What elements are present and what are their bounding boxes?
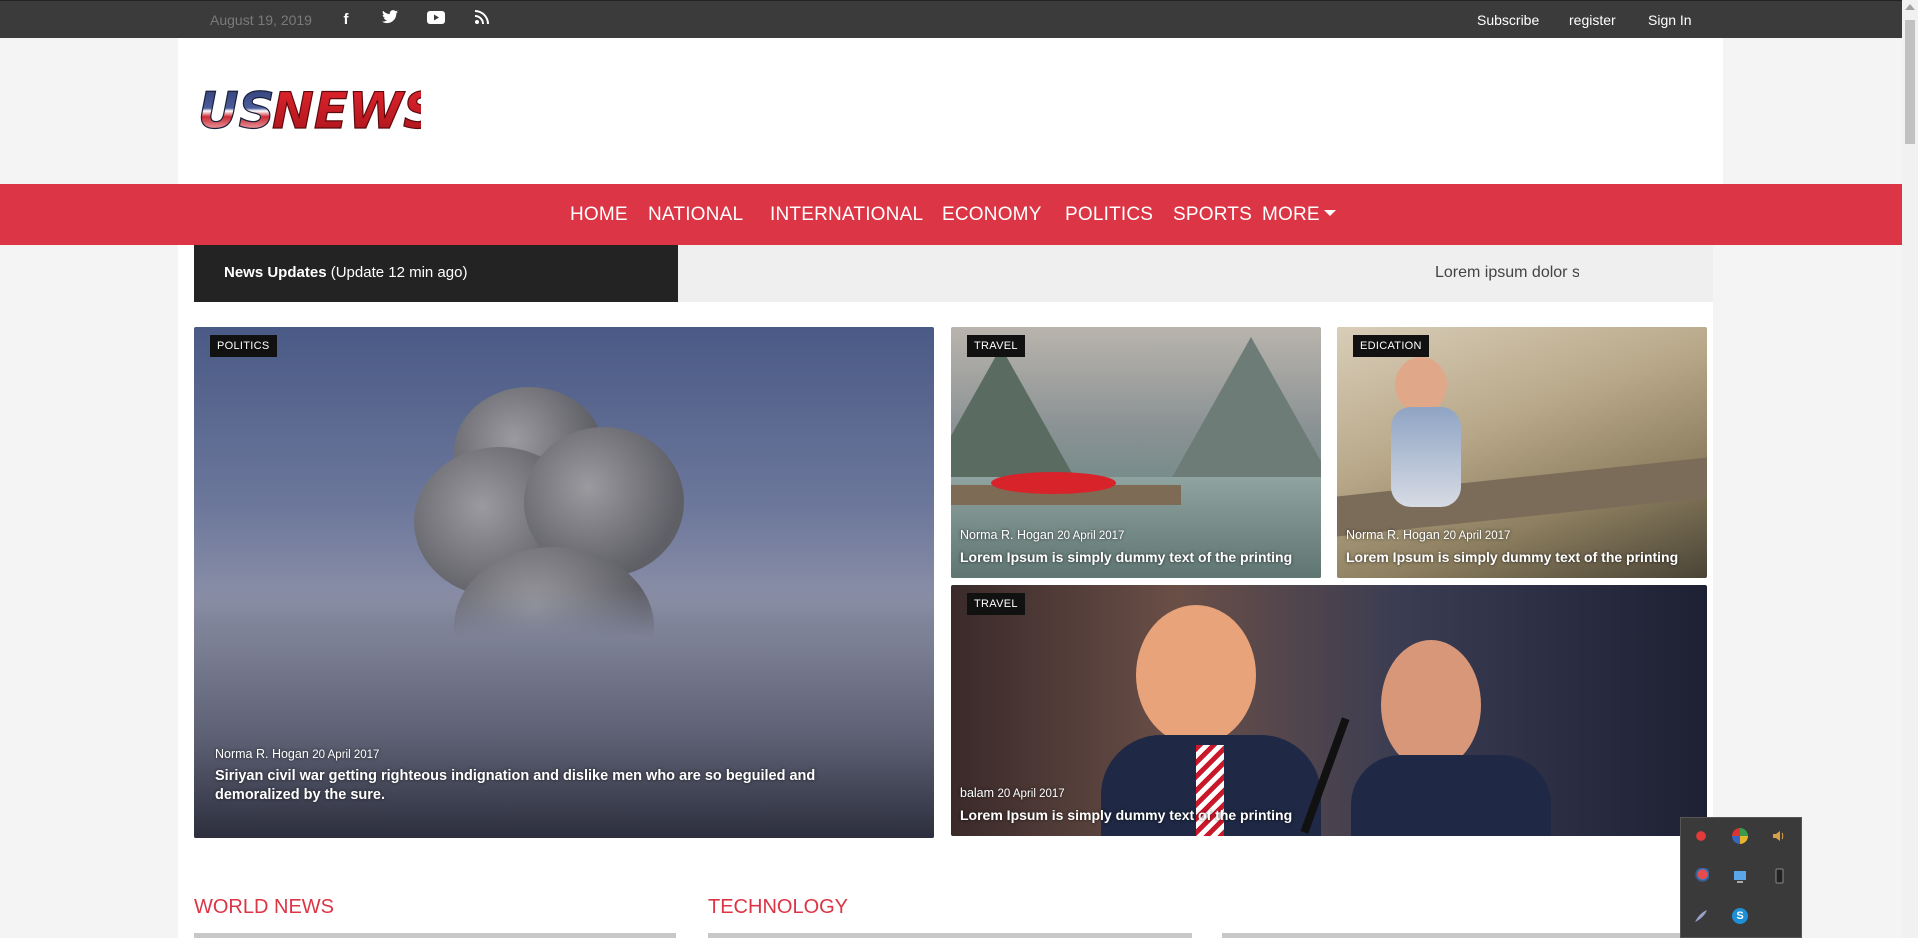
scroll-up-arrow-icon[interactable] bbox=[1905, 4, 1915, 10]
story-card-travel-wide[interactable]: TRAVEL balam 20 April 2017 Lorem Ipsum i… bbox=[951, 585, 1707, 836]
top-bar: August 19, 2019 f Subscribe register Sig… bbox=[0, 0, 1902, 38]
main-nav: HOME NATIONAL INTERNATIONAL ECONOMY POLI… bbox=[0, 184, 1902, 245]
nav-international[interactable]: INTERNATIONAL bbox=[770, 204, 923, 226]
section-heading-world-news[interactable]: WORLD NEWS bbox=[194, 896, 334, 919]
featured-story-card[interactable]: POLITICS Norma R. Hogan 20 April 2017 Si… bbox=[194, 327, 934, 838]
story-author: Norma R. Hogan bbox=[215, 747, 309, 761]
network-globe-icon[interactable] bbox=[1732, 828, 1748, 844]
antivirus-icon[interactable] bbox=[1693, 828, 1709, 844]
child-head-shape bbox=[1395, 357, 1447, 413]
story-card-education[interactable]: EDICATION Norma R. Hogan 20 April 2017 L… bbox=[1337, 327, 1707, 578]
category-badge[interactable]: TRAVEL bbox=[967, 335, 1025, 357]
system-tray-overflow: S bbox=[1680, 817, 1802, 938]
story-title[interactable]: Lorem Ipsum is simply dummy text of the … bbox=[1346, 548, 1701, 567]
facebook-icon[interactable]: f bbox=[336, 10, 356, 30]
current-date: August 19, 2019 bbox=[210, 12, 312, 28]
nav-more-label: MORE bbox=[1262, 204, 1320, 225]
nav-national[interactable]: NATIONAL bbox=[648, 204, 743, 226]
site-header: US NEWS bbox=[178, 38, 1723, 184]
section-image-strip bbox=[1222, 933, 1682, 938]
sign-in-link[interactable]: Sign In bbox=[1648, 12, 1692, 28]
news-ticker: Lorem ipsum dolor s bbox=[678, 245, 1713, 302]
logo-us-text: US bbox=[198, 82, 275, 140]
person-face-shape bbox=[1381, 640, 1481, 770]
mountain-shape bbox=[1161, 337, 1321, 497]
display-icon[interactable] bbox=[1732, 868, 1748, 884]
news-updates-label: News Updates (Update 12 min ago) bbox=[194, 245, 678, 302]
section-image-strip bbox=[194, 933, 676, 938]
phone-icon[interactable] bbox=[1771, 868, 1787, 884]
story-date: 20 April 2017 bbox=[312, 749, 380, 761]
category-badge[interactable]: POLITICS bbox=[210, 335, 277, 357]
story-meta: Norma R. Hogan 20 April 2017 bbox=[215, 747, 379, 761]
nav-home[interactable]: HOME bbox=[570, 204, 628, 226]
news-updates-time: (Update 12 min ago) bbox=[326, 264, 468, 281]
app-tray-icon[interactable] bbox=[1693, 868, 1709, 884]
story-title[interactable]: Lorem Ipsum is simply dummy text of the … bbox=[960, 548, 1315, 567]
story-author: Norma R. Hogan bbox=[960, 528, 1054, 542]
register-link[interactable]: register bbox=[1569, 12, 1616, 28]
story-date: 20 April 2017 bbox=[1443, 530, 1511, 542]
child-body-shape bbox=[1391, 407, 1461, 507]
story-title[interactable]: Lorem Ipsum is simply dummy text of the … bbox=[960, 806, 1460, 825]
story-meta: Norma R. Hogan 20 April 2017 bbox=[1346, 528, 1510, 542]
story-date: 20 April 2017 bbox=[997, 788, 1065, 800]
story-meta: Norma R. Hogan 20 April 2017 bbox=[960, 528, 1124, 542]
site-logo[interactable]: US NEWS bbox=[196, 80, 439, 140]
kayak-shape bbox=[991, 472, 1116, 494]
scrollbar-thumb[interactable] bbox=[1905, 20, 1915, 144]
caret-down-icon bbox=[1323, 210, 1336, 217]
news-updates-title: News Updates bbox=[224, 264, 327, 281]
nav-more-dropdown[interactable]: MORE bbox=[1262, 204, 1336, 226]
category-badge[interactable]: TRAVEL bbox=[967, 593, 1025, 615]
story-date: 20 April 2017 bbox=[1057, 530, 1125, 542]
speaker-icon[interactable] bbox=[1771, 828, 1787, 844]
ticker-text[interactable]: Lorem ipsum dolor s bbox=[1435, 264, 1579, 282]
category-badge[interactable]: EDICATION bbox=[1353, 335, 1429, 357]
nav-politics[interactable]: POLITICS bbox=[1065, 204, 1153, 226]
logo-news-text: NEWS bbox=[272, 82, 421, 140]
youtube-icon[interactable] bbox=[426, 10, 446, 30]
section-heading-technology[interactable]: TECHNOLOGY bbox=[708, 896, 848, 919]
story-title[interactable]: Siriyan civil war getting righteous indi… bbox=[215, 767, 875, 805]
story-meta: balam 20 April 2017 bbox=[960, 786, 1065, 800]
rss-icon[interactable] bbox=[472, 10, 492, 30]
twitter-icon[interactable] bbox=[380, 10, 400, 30]
nav-economy[interactable]: ECONOMY bbox=[942, 204, 1042, 226]
story-author: balam bbox=[960, 786, 995, 800]
story-author: Norma R. Hogan bbox=[1346, 528, 1440, 542]
skype-icon[interactable]: S bbox=[1732, 908, 1748, 924]
nav-sports[interactable]: SPORTS bbox=[1173, 204, 1252, 226]
person-face-shape bbox=[1136, 605, 1256, 745]
feather-icon[interactable] bbox=[1693, 908, 1709, 924]
section-image-strip bbox=[708, 933, 1192, 938]
story-card-travel[interactable]: TRAVEL Norma R. Hogan 20 April 2017 Lore… bbox=[951, 327, 1321, 578]
subscribe-link[interactable]: Subscribe bbox=[1477, 12, 1539, 28]
